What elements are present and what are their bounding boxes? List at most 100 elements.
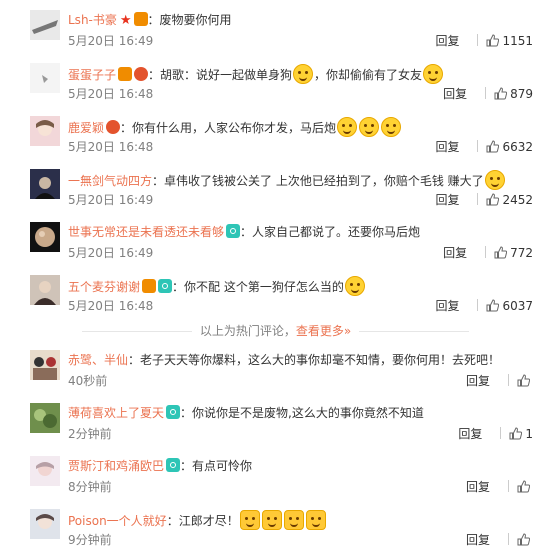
comment-time: 2分钟前: [68, 427, 112, 441]
avatar[interactable]: [30, 275, 60, 305]
avatar[interactable]: [30, 509, 60, 539]
red-badge-icon: [106, 120, 121, 134]
reply-button[interactable]: 回复: [435, 33, 459, 49]
comment-username[interactable]: Lsh-书豪: [68, 13, 117, 27]
comment-time: 8分钟前: [68, 480, 112, 494]
thumbs-up-icon: [486, 34, 500, 47]
comment-username[interactable]: 一無剑气动四方: [68, 174, 152, 188]
thumbs-up-icon: [517, 533, 530, 546]
like-button[interactable]: 6632: [486, 140, 533, 154]
like-button[interactable]: [517, 533, 533, 547]
comment-text-continued: ，你却偷偷有了女友: [314, 68, 423, 82]
comment-time: 5月20日 16:49: [68, 246, 154, 260]
like-count: 1: [525, 427, 533, 441]
reply-button[interactable]: 回复: [466, 373, 490, 389]
avatar[interactable]: [30, 222, 60, 252]
reply-button[interactable]: 回复: [443, 245, 467, 261]
comment-text: 你说你是不是废物,这么大的事你竟然不知道: [192, 406, 424, 420]
reply-button[interactable]: 回复: [435, 298, 459, 314]
comment-text: 废物要你何用: [159, 13, 232, 27]
divider: [500, 427, 502, 439]
hot-comments-note: 以上为热门评论，: [199, 324, 296, 338]
thumbs-up-icon: [486, 140, 500, 153]
divider: [477, 193, 479, 205]
reply-button[interactable]: 回复: [435, 192, 459, 208]
star-icon: ★: [119, 13, 132, 28]
avatar[interactable]: [30, 403, 60, 433]
divider: [477, 299, 479, 311]
like-button[interactable]: 1151: [486, 34, 533, 48]
like-button[interactable]: 2452: [486, 193, 533, 207]
divider: [485, 246, 487, 258]
divider-line: [81, 331, 192, 332]
view-more-link[interactable]: 查看更多»: [296, 324, 351, 338]
sweat-emoji-icon: [344, 276, 365, 296]
comment-list: Lsh-书豪 ★ ：废物要你何用 5月20日 16:49 回复 1151 蛋蛋子子 ：胡…: [0, 0, 551, 554]
cat-emoji-icon: [261, 510, 282, 530]
divider: [508, 533, 509, 545]
cat-emoji-icon: [305, 510, 326, 530]
like-count: 2452: [502, 193, 533, 207]
avatar[interactable]: [30, 350, 60, 380]
like-button[interactable]: 772: [494, 246, 533, 260]
thumbs-up-icon: [486, 193, 500, 206]
camera-badge-icon: [166, 458, 181, 472]
divider: [485, 87, 487, 99]
like-button[interactable]: [517, 374, 533, 388]
divider-line: [359, 331, 470, 332]
reply-button[interactable]: 回复: [458, 426, 482, 442]
like-count: 6632: [502, 140, 533, 154]
comment-time: 5月20日 16:49: [68, 193, 154, 207]
thumbs-up-icon: [517, 480, 530, 493]
comment-username[interactable]: 五个麦芬谢谢: [68, 280, 140, 294]
comment-time: 5月20日 16:48: [68, 299, 154, 313]
thumbs-up-icon: [494, 87, 508, 100]
reply-button[interactable]: 回复: [466, 532, 490, 548]
vip-badge-icon: [133, 12, 148, 26]
avatar[interactable]: [30, 10, 60, 40]
grin-emoji-icon: [484, 170, 505, 190]
like-count: 772: [510, 246, 533, 260]
smile-emoji-icon: [293, 64, 314, 84]
like-button[interactable]: 6037: [486, 299, 533, 313]
reply-button[interactable]: 回复: [466, 479, 490, 495]
like-button[interactable]: [517, 480, 533, 494]
avatar[interactable]: [30, 116, 60, 146]
comment-time: 5月20日 16:48: [68, 140, 154, 154]
camera-badge-icon: [166, 405, 181, 419]
comment-username[interactable]: 赤鹭、半仙: [68, 353, 128, 367]
reply-button[interactable]: 回复: [435, 139, 459, 155]
comment-text: 有点可怜你: [192, 459, 253, 473]
avatar[interactable]: [30, 456, 60, 486]
like-button[interactable]: 879: [494, 87, 533, 101]
camera-badge-icon: [226, 224, 241, 238]
cat-emoji-icon: [239, 510, 260, 530]
divider: [508, 374, 509, 386]
avatar[interactable]: [30, 63, 60, 93]
comment-time: 5月20日 16:49: [68, 34, 154, 48]
comment-username[interactable]: 贾斯汀和鸡涌欧巴: [68, 459, 164, 473]
cat-emoji-icon: [283, 510, 304, 530]
like-count: 879: [510, 87, 533, 101]
comment-username[interactable]: Poison一个人就好: [68, 514, 167, 528]
comment-text: 你不配 这个第一狗仔怎么当的: [184, 280, 344, 294]
smile-emoji-icon: [423, 64, 444, 84]
avatar[interactable]: [30, 169, 60, 199]
comment-time: 5月20日 16:48: [68, 87, 154, 101]
comment-username[interactable]: 世事无常还是未看透还未看够: [68, 225, 224, 239]
comment-text: 卓伟收了钱被公关了 上次他已经拍到了，你赔个毛钱 赚大了: [164, 174, 484, 188]
thumbs-up-icon: [486, 299, 500, 312]
like-count: 1151: [502, 34, 533, 48]
like-count: 6037: [502, 299, 533, 313]
camera-badge-icon: [158, 279, 173, 293]
vip-badge-icon: [118, 67, 133, 81]
reply-button[interactable]: 回复: [443, 86, 467, 102]
comment-username[interactable]: 薄荷喜欢上了夏天: [68, 406, 164, 420]
comment-username[interactable]: 蛋蛋子子: [68, 68, 116, 82]
comment-text: 胡歌：说好一起做单身狗: [160, 68, 293, 82]
divider: [477, 140, 479, 152]
divider: [508, 480, 509, 492]
vip-badge-icon: [142, 279, 157, 293]
comment-username[interactable]: 鹿爱颖: [68, 121, 104, 135]
like-button[interactable]: 1: [509, 427, 533, 441]
